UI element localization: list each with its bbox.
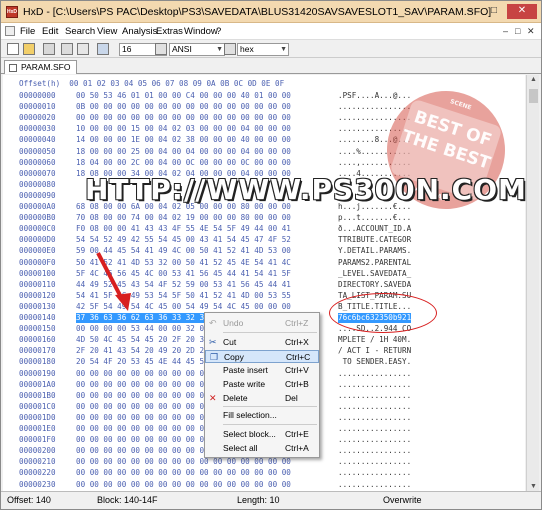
context-menu-shortcut: Ctrl+Z	[285, 318, 309, 328]
context-menu-shortcut: Ctrl+X	[285, 337, 309, 347]
context-menu-label: Fill selection...	[223, 410, 277, 420]
context-menu-item-cut[interactable]: ✂ Cut Ctrl+X	[205, 336, 319, 349]
undo-icon: ↶	[209, 318, 217, 328]
context-menu-label: Paste write	[223, 379, 266, 389]
context-menu-shortcut: Ctrl+C	[286, 352, 311, 362]
context-menu-label: Select block...	[223, 429, 276, 439]
context-menu-label: Undo	[223, 318, 244, 328]
context-menu-item-paste-write[interactable]: Paste write Ctrl+B	[205, 378, 319, 391]
context-menu-label: Select all	[223, 443, 258, 453]
context-menu-label: Paste insert	[223, 365, 268, 375]
status-offset: Offset: 140	[7, 495, 51, 505]
context-menu-label: Copy	[224, 352, 244, 362]
context-menu-shortcut: Del	[285, 393, 298, 403]
context-menu-shortcut: Ctrl+V	[285, 365, 309, 375]
context-menu-item-select-block[interactable]: Select block... Ctrl+E	[205, 428, 319, 441]
context-menu-item-delete[interactable]: ✕ Delete Del	[205, 392, 319, 405]
context-menu-label: Delete	[223, 393, 248, 403]
menu-separator	[223, 424, 317, 425]
context-menu-shortcut: Ctrl+A	[285, 443, 309, 453]
context-menu-item-paste-insert[interactable]: Paste insert Ctrl+V	[205, 364, 319, 377]
status-bar: Offset: 140 Block: 140-14F Length: 10 Ov…	[1, 491, 541, 509]
menu-separator	[223, 406, 317, 407]
arrow-to-selection	[96, 252, 131, 311]
context-menu-item-undo[interactable]: ↶ Undo Ctrl+Z	[205, 317, 319, 330]
copy-icon: ❐	[210, 352, 219, 362]
menu-separator	[223, 332, 317, 333]
status-block: Block: 140-14F	[97, 495, 158, 505]
status-mode: Overwrite	[383, 495, 422, 505]
hxd-window: HxD HxD - [C:\Users\PS PAC\Desktop\PS3\S…	[0, 0, 542, 510]
context-menu-item-copy[interactable]: ❐ Copy Ctrl+C	[205, 350, 319, 363]
cut-icon: ✂	[209, 337, 217, 347]
context-menu: ↶ Undo Ctrl+Z ✂ Cut Ctrl+X ❐ Copy Ctrl+C Paste in…	[204, 312, 320, 458]
context-menu-item-fill-selection[interactable]: Fill selection...	[205, 409, 319, 422]
context-menu-label: Cut	[223, 337, 237, 347]
context-menu-shortcut: Ctrl+B	[285, 379, 309, 389]
context-menu-shortcut: Ctrl+E	[285, 429, 309, 439]
context-menu-item-select-all[interactable]: Select all Ctrl+A	[205, 442, 319, 455]
delete-icon: ✕	[209, 393, 217, 403]
status-length: Length: 10	[237, 495, 280, 505]
